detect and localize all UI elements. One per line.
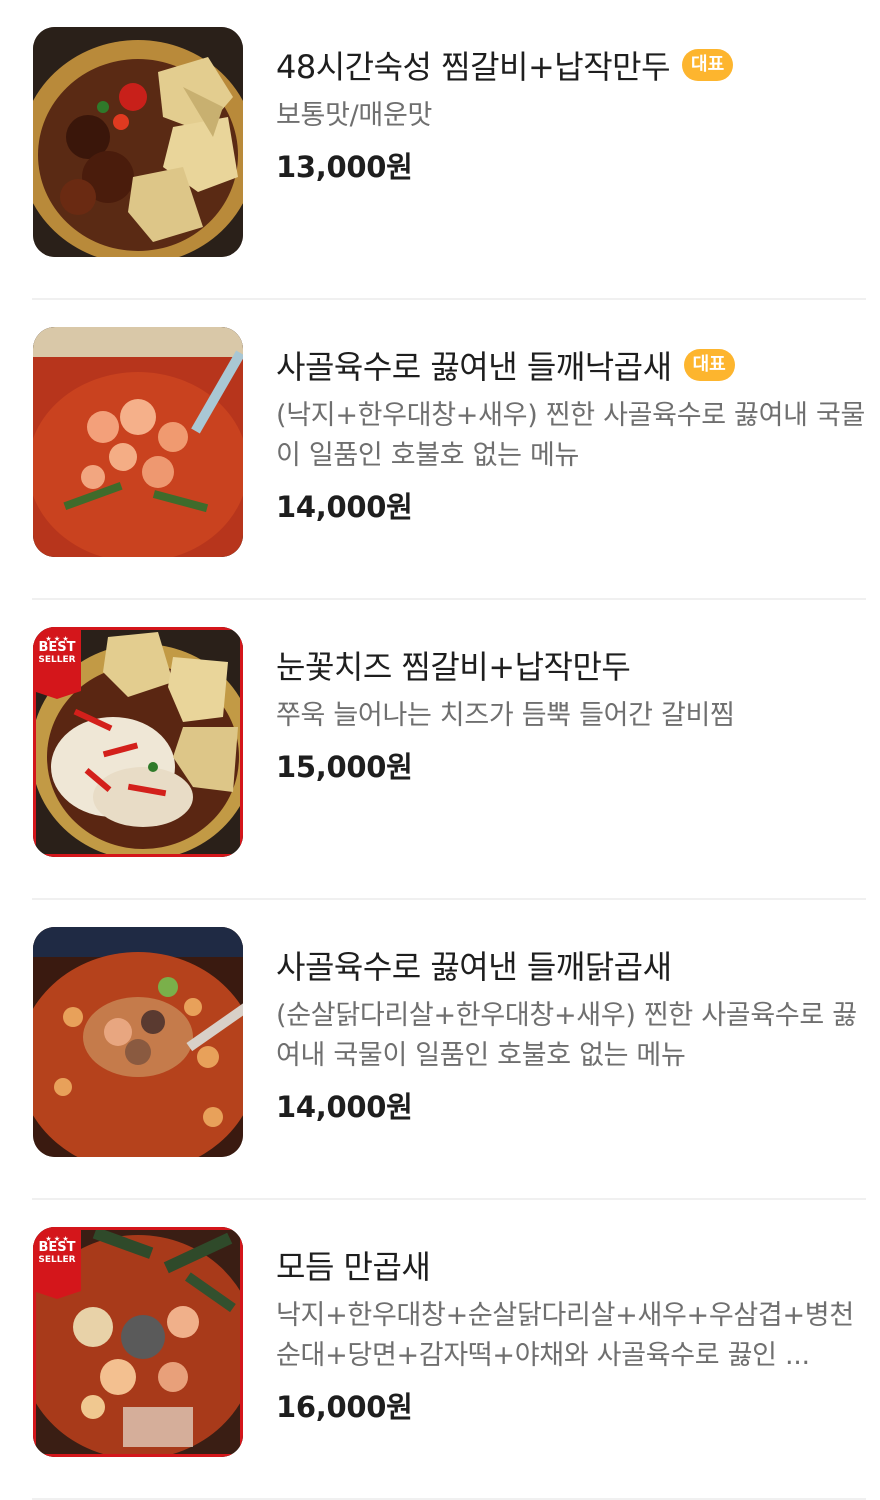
menu-list: 48시간숙성 찜갈비+납작만두 대표 보통맛/매운맛 13,000원 사골육수로… [0,0,880,1500]
menu-item[interactable]: ★ ★ ★ BEST SELLER 모듬 만곱새 낙지+한우대창+순살닭다리살+… [32,1200,866,1500]
menu-item-description: (순살닭다리살+한우대창+새우) 찐한 사골육수로 끓여내 국물이 일품인 호불… [276,1000,857,1071]
menu-item-name: 모듬 만곱새 [276,1248,431,1286]
menu-item-price: 14,000원 [276,490,413,524]
best-seller-badge: BEST SELLER [33,641,81,665]
menu-item-info: 사골육수로 끓여낸 들깨낙곱새 대표 (낙지+한우대창+새우) 찐한 사골육수로… [276,340,866,526]
menu-item-name-row: 모듬 만곱새 [276,1240,866,1290]
menu-item-price: 16,000원 [276,1390,413,1424]
menu-item-info: 사골육수로 끓여낸 들깨닭곱새 (순살닭다리살+한우대창+새우) 찐한 사골육수… [276,940,866,1126]
menu-item[interactable]: ★ ★ ★ BEST SELLER 눈꽃치즈 찜갈비+납작만두 쭈욱 늘어나는 … [32,600,866,900]
best-seller-line1: BEST [38,1240,76,1255]
menu-item-info: 모듬 만곱새 낙지+한우대창+순살닭다리살+새우+우삼겹+병천순대+당면+감자떡… [276,1240,866,1426]
menu-item[interactable]: 사골육수로 끓여낸 들깨닭곱새 (순살닭다리살+한우대창+새우) 찐한 사골육수… [32,900,866,1200]
menu-item-photo[interactable] [33,327,243,557]
menu-item-description: 보통맛/매운맛 [276,100,433,131]
menu-item-name-row: 사골육수로 끓여낸 들깨닭곱새 [276,940,866,990]
menu-item-name: 48시간숙성 찜갈비+납작만두 [276,48,671,86]
signature-badge: 대표 [682,49,734,81]
menu-item-info: 48시간숙성 찜갈비+납작만두 대표 보통맛/매운맛 13,000원 [276,40,866,186]
menu-item-name: 사골육수로 끓여낸 들깨닭곱새 [276,948,672,986]
menu-item-name-row: 사골육수로 끓여낸 들깨낙곱새 대표 [276,340,866,390]
menu-item-name: 눈꽃치즈 찜갈비+납작만두 [276,648,631,686]
menu-item-info: 눈꽃치즈 찜갈비+납작만두 쭈욱 늘어나는 치즈가 듬뿍 들어간 갈비찜 15,… [276,640,866,786]
menu-item-photo[interactable] [33,927,243,1157]
menu-item-photo[interactable] [33,27,243,257]
best-seller-line2: SELLER [38,655,76,665]
best-seller-line2: SELLER [38,1255,76,1265]
menu-item-photo[interactable]: ★ ★ ★ BEST SELLER [33,627,243,857]
menu-item-description: 쭈욱 늘어나는 치즈가 듬뿍 들어간 갈비찜 [276,700,735,731]
best-seller-line1: BEST [38,640,76,655]
menu-item-name: 사골육수로 끓여낸 들깨낙곱새 [276,348,672,386]
menu-item-price: 13,000원 [276,150,413,184]
braised-short-rib-photo-icon [33,27,243,257]
chicken-stew-photo-icon [33,927,243,1157]
menu-item[interactable]: 사골육수로 끓여낸 들깨낙곱새 대표 (낙지+한우대창+새우) 찐한 사골육수로… [32,300,866,600]
menu-item-description: (낙지+한우대창+새우) 찐한 사골육수로 끓여내 국물이 일품인 호불호 없는… [276,400,866,471]
menu-item[interactable]: 48시간숙성 찜갈비+납작만두 대표 보통맛/매운맛 13,000원 [32,0,866,300]
signature-badge: 대표 [683,349,735,381]
menu-item-name-row: 48시간숙성 찜갈비+납작만두 대표 [276,40,866,90]
menu-item-description: 낙지+한우대창+순살닭다리살+새우+우삼겹+병천순대+당면+감자떡+야채와 사골… [276,1300,854,1371]
seafood-stew-photo-icon [33,327,243,557]
menu-item-name-row: 눈꽃치즈 찜갈비+납작만두 [276,640,866,690]
menu-item-price: 14,000원 [276,1090,413,1124]
menu-item-price: 15,000원 [276,750,413,784]
best-seller-badge: BEST SELLER [33,1241,81,1265]
menu-item-photo[interactable]: ★ ★ ★ BEST SELLER [33,1227,243,1457]
